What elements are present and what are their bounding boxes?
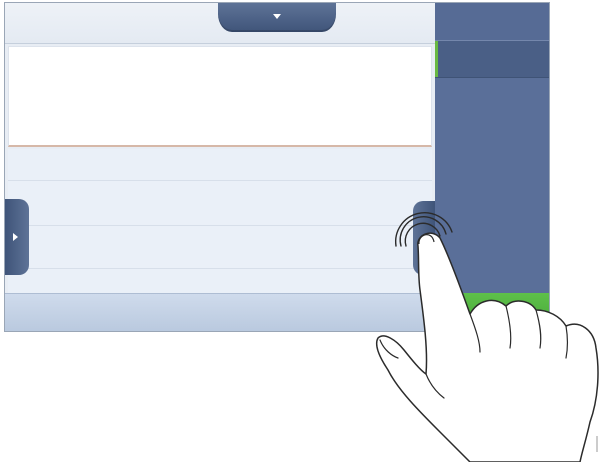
- content-panel: [8, 46, 432, 147]
- list-row-divider: [8, 225, 432, 226]
- side-panel-divider: [435, 77, 549, 78]
- right-edge-handle[interactable]: [413, 201, 435, 275]
- side-panel-item-selected[interactable]: [435, 41, 549, 77]
- side-panel-item[interactable]: [435, 3, 549, 41]
- device-screen: [4, 2, 550, 332]
- caret-down-icon: [273, 14, 281, 19]
- instruction-illustration: [0, 0, 601, 462]
- left-edge-handle[interactable]: [5, 199, 29, 275]
- side-panel: [435, 3, 549, 331]
- pull-down-menu-tab[interactable]: [218, 3, 336, 32]
- bottom-bar: [5, 293, 435, 331]
- caret-right-icon: [13, 233, 18, 241]
- confirm-button[interactable]: [435, 293, 549, 331]
- list-area: [8, 149, 432, 295]
- main-content-area: [5, 3, 435, 331]
- list-row-divider: [8, 180, 432, 181]
- list-row-divider: [8, 268, 432, 269]
- top-header-bar: [5, 3, 435, 44]
